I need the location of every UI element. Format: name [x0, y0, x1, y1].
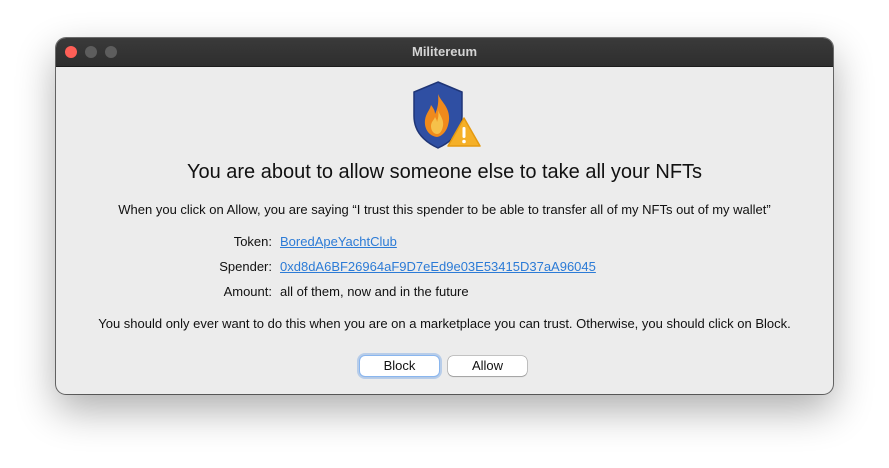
shield-flame-warning-icon	[413, 81, 481, 149]
token-link[interactable]: BoredApeYachtClub	[280, 234, 397, 249]
window-title: Militereum	[411, 44, 477, 59]
spender-address-link[interactable]: 0xd8dA6BF26964aF9D7eEd9e03E53415D37aA960…	[280, 259, 596, 274]
amount-row: Amount: all of them, now and in the futu…	[56, 284, 833, 302]
desktop: Militereum You are about to allow someon…	[0, 0, 889, 468]
block-button[interactable]: Block	[360, 356, 439, 376]
amount-value: all of them, now and in the future	[280, 284, 469, 299]
allow-button[interactable]: Allow	[448, 356, 527, 376]
warning-text: You should only ever want to do this whe…	[98, 316, 791, 331]
amount-label: Amount:	[223, 284, 272, 299]
spender-label: Spender:	[219, 259, 272, 274]
token-row: Token: BoredApeYachtClub	[56, 234, 833, 252]
spender-row: Spender: 0xd8dA6BF26964aF9D7eEd9e03E5341…	[56, 259, 833, 277]
dialog-explanation: When you click on Allow, you are saying …	[118, 202, 771, 217]
dialog-headline: You are about to allow someone else to t…	[186, 161, 703, 183]
token-label: Token:	[233, 234, 272, 249]
title-bar[interactable]: Militereum	[56, 38, 833, 67]
dialog-window: Militereum You are about to allow someon…	[56, 38, 833, 394]
